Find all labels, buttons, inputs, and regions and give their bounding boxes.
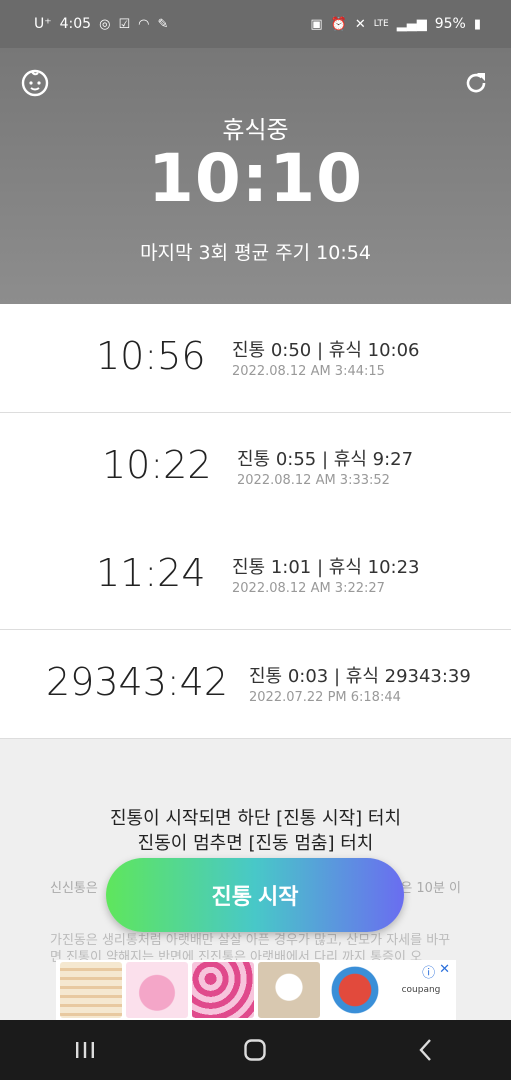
contraction-record-list: 10:56 진통 0:50 | 휴식 10:06 2022.08.12 AM 3… — [0, 304, 511, 739]
network-label: LTE — [373, 19, 389, 29]
record-row[interactable]: 29343:42 진통 0:03 | 휴식 29343:39 2022.07.2… — [0, 630, 511, 739]
ad-controls: ⓘ ✕ — [422, 962, 450, 981]
average-cycle-label: 마지막 3회 평균 주기 10:54 — [140, 242, 371, 264]
record-datetime: 2022.08.12 AM 3:44:15 — [232, 364, 385, 379]
record-row[interactable]: 10:56 진통 0:50 | 휴식 10:06 2022.08.12 AM 3… — [0, 304, 511, 413]
record-total-time: 10:22 — [102, 443, 212, 487]
ad-product-image[interactable] — [126, 962, 188, 1018]
ad-product-image[interactable] — [324, 962, 386, 1018]
ad-product-image[interactable] — [258, 962, 320, 1018]
wifi-icon: ◠ — [138, 16, 150, 32]
record-detail: 진통 0:03 | 휴식 29343:39 — [249, 666, 471, 687]
status-left: U⁺ 4:05 ◎ ☑ ◠ ✎ — [34, 16, 168, 32]
ad-close-icon[interactable]: ✕ — [439, 962, 450, 981]
mute-icon: ✕ — [354, 16, 366, 32]
ad-banner[interactable]: coupang ⓘ ✕ — [56, 960, 456, 1020]
alarm-icon: ⏰ — [330, 16, 347, 32]
baby-face-icon[interactable] — [20, 68, 50, 98]
battery-icon: ▮ — [473, 16, 481, 32]
profile-icon: ▣ — [310, 16, 323, 32]
record-row[interactable]: 10:22 진통 0:55 | 휴식 9:27 2022.08.12 AM 3:… — [0, 413, 511, 521]
refresh-icon[interactable] — [463, 70, 489, 96]
ad-product-image[interactable] — [192, 962, 254, 1018]
check-icon: ☑ — [118, 16, 131, 32]
record-datetime: 2022.07.22 PM 6:18:44 — [249, 690, 401, 705]
feather-icon: ✎ — [157, 16, 169, 32]
recent-apps-icon[interactable] — [65, 1030, 105, 1070]
record-datetime: 2022.08.12 AM 3:33:52 — [237, 473, 390, 488]
start-contraction-button[interactable]: 진통 시작 — [106, 858, 404, 932]
record-row[interactable]: 11:24 진통 1:01 | 휴식 10:23 2022.08.12 AM 3… — [0, 521, 511, 630]
timer-header: 휴식중 10:10 마지막 3회 평균 주기 10:54 — [0, 48, 511, 304]
ad-info-icon[interactable]: ⓘ — [422, 962, 435, 981]
faded-info-1-right: 은 10분 이 — [400, 881, 461, 896]
status-bar: U⁺ 4:05 ◎ ☑ ◠ ✎ ▣ ⏰ ✕ LTE ▂▄▆ 95% ▮ — [0, 0, 511, 48]
record-total-time: 10:56 — [96, 334, 206, 378]
record-detail: 진통 1:01 | 휴식 10:23 — [232, 557, 420, 578]
main-timer: 10:10 — [147, 140, 364, 217]
carrier-label: U⁺ — [34, 16, 52, 32]
home-icon[interactable] — [235, 1030, 275, 1070]
record-total-time: 29343:42 — [46, 660, 229, 704]
faded-info-1-left: 신신통은 — [50, 881, 98, 896]
status-right: ▣ ⏰ ✕ LTE ▂▄▆ 95% ▮ — [310, 16, 481, 32]
battery-label: 95% — [434, 16, 466, 32]
record-total-time: 11:24 — [96, 551, 206, 595]
record-detail: 진통 0:50 | 휴식 10:06 — [232, 340, 420, 361]
back-icon[interactable] — [406, 1030, 446, 1070]
ad-product-image[interactable] — [60, 962, 122, 1018]
record-datetime: 2022.08.12 AM 3:22:27 — [232, 581, 385, 596]
navigation-bar — [0, 1020, 511, 1080]
record-detail: 진통 0:55 | 휴식 9:27 — [237, 449, 414, 470]
instruction-line-2: 진동이 멈추면 [진동 멈춤] 터치 — [137, 833, 374, 854]
instruction-text: 진통이 시작되면 하단 [진통 시작] 터치 진동이 멈추면 [진동 멈춤] 터… — [0, 806, 511, 856]
instagram-icon: ◎ — [99, 16, 111, 32]
signal-icon: ▂▄▆ — [396, 16, 427, 32]
clock: 4:05 — [59, 16, 92, 32]
instruction-line-1: 진통이 시작되면 하단 [진통 시작] 터치 — [109, 808, 402, 829]
